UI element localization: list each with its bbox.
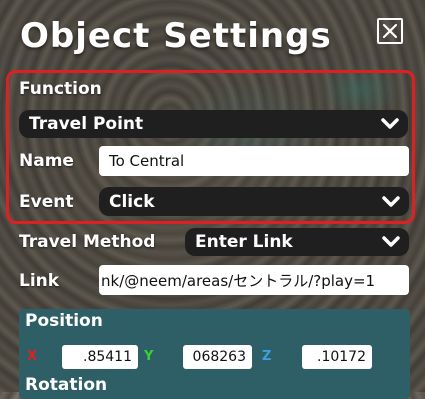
chevron-down-icon xyxy=(381,235,401,249)
event-value: Click xyxy=(109,191,155,212)
link-input[interactable]: nk/@neem/areas/セントラル/?play=1 xyxy=(99,265,409,295)
event-dropdown[interactable]: Click xyxy=(99,187,409,216)
position-z-input[interactable]: .10172 xyxy=(302,345,372,369)
position-x-input[interactable]: .85411 xyxy=(62,345,138,369)
position-y-input[interactable]: 068263 xyxy=(183,345,252,369)
link-label: Link xyxy=(19,271,60,291)
close-icon xyxy=(382,23,398,39)
travel-method-value: Enter Link xyxy=(195,232,293,252)
chevron-down-icon xyxy=(381,195,401,209)
function-dropdown[interactable]: Travel Point xyxy=(19,110,408,138)
travel-method-dropdown[interactable]: Enter Link xyxy=(185,228,409,256)
chevron-down-icon xyxy=(380,117,400,131)
x-axis-label: X xyxy=(27,349,38,364)
function-value: Travel Point xyxy=(29,114,144,134)
y-axis-label: Y xyxy=(144,349,154,364)
name-label: Name xyxy=(19,151,74,171)
position-title: Position xyxy=(25,311,103,331)
travel-method-label: Travel Method xyxy=(19,232,156,252)
name-input[interactable]: To Central xyxy=(99,146,409,176)
function-label: Function xyxy=(19,79,102,99)
dialog-title: Object Settings xyxy=(20,16,332,56)
close-button[interactable] xyxy=(377,18,403,44)
z-axis-label: Z xyxy=(262,349,272,364)
event-label: Event xyxy=(19,192,74,212)
rotation-title: Rotation xyxy=(25,375,108,395)
